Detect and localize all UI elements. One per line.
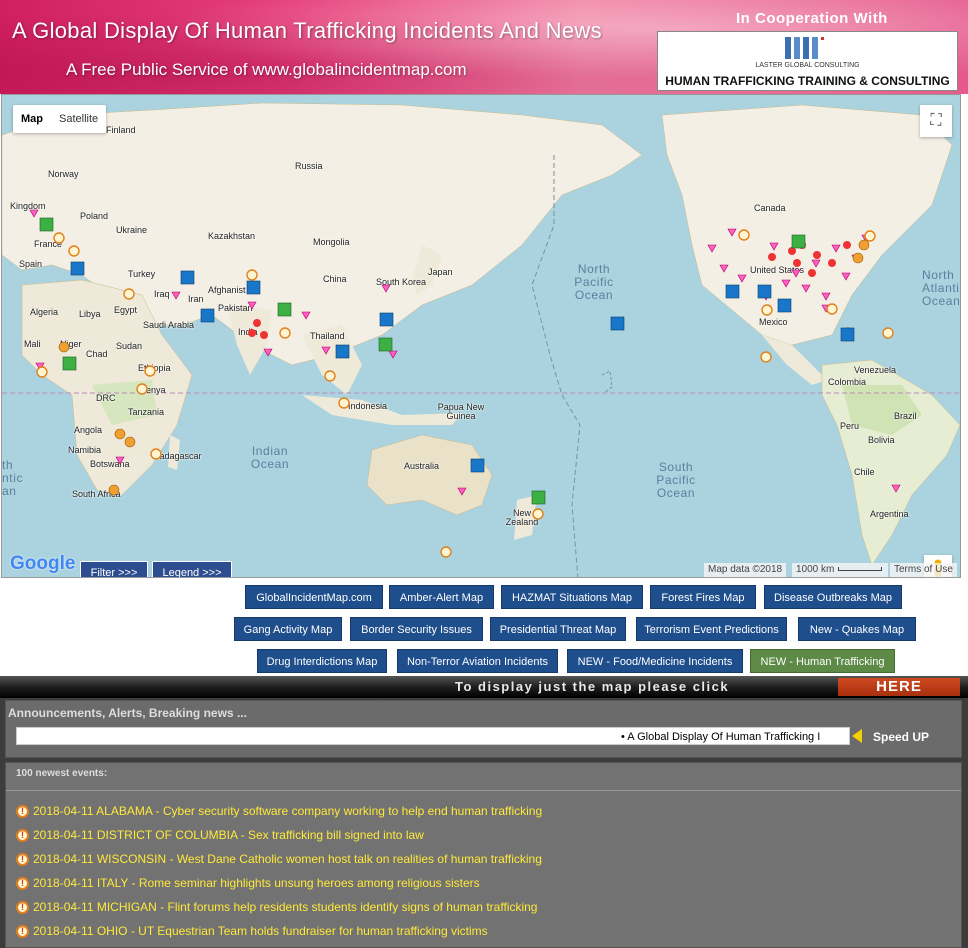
gang-marker-icons — [39, 217, 806, 505]
fire-marker-icons — [58, 239, 870, 496]
page-title: A Global Display Of Human Trafficking In… — [12, 18, 602, 43]
link-button[interactable]: Drug Interdictions Map — [257, 649, 387, 673]
partner-logo-small-text: LASTER GLOBAL CONSULTING — [755, 62, 860, 69]
alert-icon: ! — [16, 900, 29, 914]
event-link[interactable]: 2018-04-11 ALABAMA - Cyber security soft… — [33, 804, 542, 818]
link-button[interactable]: NEW - Food/Medicine Incidents — [567, 649, 743, 673]
event-item[interactable]: ! 2018-04-11 WISCONSIN - West Dane Cathol… — [16, 850, 542, 868]
alert-marker-icons — [36, 229, 894, 558]
link-button[interactable]: Forest Fires Map — [650, 585, 756, 609]
cooperation-label: In Cooperation With — [736, 10, 888, 27]
event-link[interactable]: 2018-04-11 MICHIGAN - Flint forums help … — [33, 900, 537, 914]
event-item[interactable]: ! 2018-04-11 DISTRICT OF COLUMBIA - Sex t… — [16, 826, 424, 844]
event-link[interactable]: 2018-04-11 WISCONSIN - West Dane Catholi… — [33, 852, 542, 866]
link-button[interactable]: NEW - Human Trafficking — [750, 649, 895, 673]
link-button[interactable]: New - Quakes Map — [798, 617, 916, 641]
event-item[interactable]: ! 2018-04-11 ALABAMA - Cyber security sof… — [16, 802, 542, 820]
events-divider — [6, 790, 961, 791]
event-link[interactable]: 2018-04-11 OHIO - UT Equestrian Team hol… — [33, 924, 488, 938]
event-link[interactable]: 2018-04-11 DISTRICT OF COLUMBIA - Sex tr… — [33, 828, 424, 842]
alert-icon: ! — [16, 852, 29, 866]
google-logo: Google — [10, 553, 76, 574]
partner-logo-icon — [785, 37, 831, 61]
map-only-text: To display just the map please click — [455, 679, 730, 694]
link-button[interactable]: Gang Activity Map — [234, 617, 342, 641]
map-data-attribution: Map data ©2018 — [704, 563, 787, 577]
partner-logo-main-text: HUMAN TRAFFICKING TRAINING & CONSULTING — [665, 74, 950, 88]
event-item[interactable]: ! 2018-04-11 ITALY - Rome seminar highlig… — [16, 874, 480, 892]
link-button[interactable]: Terrorism Event Predictions — [636, 617, 787, 641]
link-button[interactable]: GlobalIncidentMap.com — [245, 585, 383, 609]
link-button[interactable]: Disease Outbreaks Map — [764, 585, 902, 609]
link-button[interactable]: Amber-Alert Map — [389, 585, 494, 609]
here-button[interactable]: HERE — [838, 678, 960, 696]
event-item[interactable]: ! 2018-04-11 MICHIGAN - Flint forums help… — [16, 898, 537, 916]
page-subtitle: A Free Public Service of www.globalincid… — [66, 60, 467, 79]
news-ticker[interactable]: • A Global Display Of Human Trafficking … — [16, 727, 850, 745]
announcements-title: Announcements, Alerts, Breaking news ... — [8, 706, 247, 720]
partner-logo[interactable]: LASTER GLOBAL CONSULTING HUMAN TRAFFICKI… — [657, 31, 958, 91]
events-title: 100 newest events: — [16, 768, 108, 779]
alert-icon: ! — [16, 876, 29, 890]
link-button[interactable]: HAZMAT Situations Map — [501, 585, 643, 609]
event-link[interactable]: 2018-04-11 ITALY - Rome seminar highligh… — [33, 876, 480, 890]
legend-button[interactable]: Legend >>> — [152, 561, 232, 577]
map-type-map-button[interactable]: Map — [13, 105, 51, 133]
alert-icon: ! — [16, 828, 29, 842]
alert-icon: ! — [16, 924, 29, 938]
alert-icon: ! — [16, 804, 29, 818]
ticker-text: • A Global Display Of Human Trafficking … — [621, 731, 821, 743]
header-banner: A Global Display Of Human Trafficking In… — [0, 0, 968, 94]
link-button[interactable]: Non-Terror Aviation Incidents — [397, 649, 558, 673]
map-type-control[interactable]: Map Satellite — [13, 105, 107, 133]
link-button[interactable]: Border Security Issues — [350, 617, 483, 641]
event-item[interactable]: ! 2018-04-11 OHIO - UT Equestrian Team ho… — [16, 922, 488, 940]
incident-map[interactable]: Finland Russia Norway Kingdom Poland Ukr… — [1, 94, 961, 578]
incident-markers[interactable] — [2, 95, 961, 578]
filter-button[interactable]: Filter >>> — [80, 561, 148, 577]
fullscreen-icon[interactable]: ⛶ — [920, 105, 952, 137]
map-scale: 1000 km — [792, 563, 888, 577]
border-marker-icons — [70, 261, 855, 473]
map-type-satellite-button[interactable]: Satellite — [51, 105, 106, 133]
terms-of-use-link[interactable]: Terms of Use — [890, 563, 957, 577]
link-button[interactable]: Presidential Threat Map — [490, 617, 626, 641]
speed-up-button[interactable]: Speed UP — [873, 730, 929, 744]
speed-arrow-icon[interactable] — [852, 729, 862, 743]
